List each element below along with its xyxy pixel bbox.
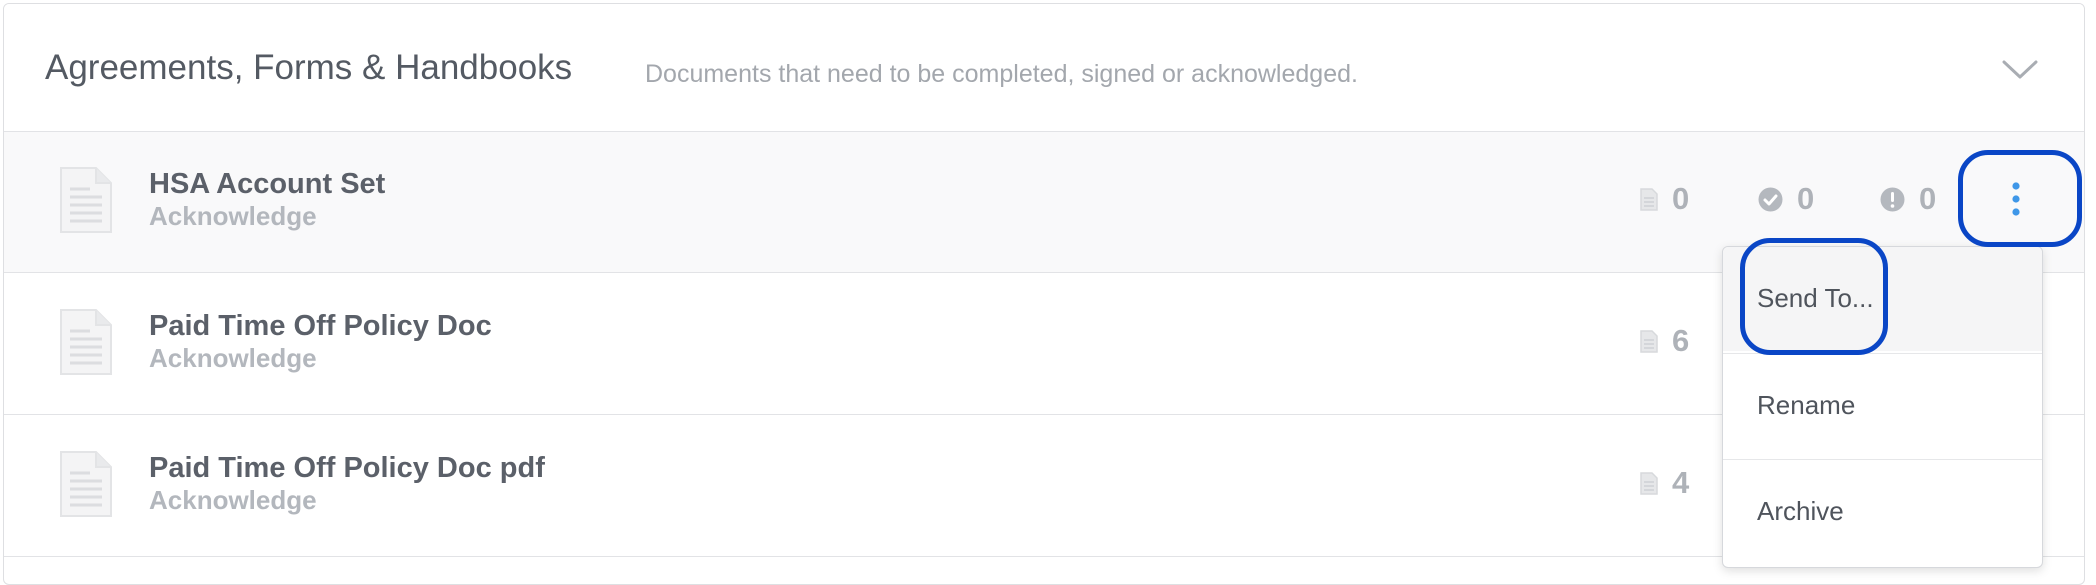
files-count: 6 bbox=[1640, 323, 1690, 358]
document-icon bbox=[60, 167, 112, 233]
files-count-value: 0 bbox=[1672, 181, 1690, 216]
section-subtitle: Documents that need to be completed, sig… bbox=[645, 60, 1358, 88]
files-count-value: 4 bbox=[1672, 465, 1690, 500]
chevron-down-icon bbox=[2002, 60, 2038, 79]
document-icon bbox=[60, 309, 112, 375]
document-title[interactable]: Paid Time Off Policy Doc pdf bbox=[149, 452, 545, 485]
document-type: Acknowledge bbox=[149, 201, 317, 231]
menu-item-archive[interactable]: Archive bbox=[1723, 459, 2042, 564]
more-options-button[interactable] bbox=[1994, 172, 2038, 228]
options-dropdown: Send To... Rename Archive bbox=[1722, 246, 2043, 568]
files-count: 0 bbox=[1640, 181, 1690, 216]
file-icon bbox=[1640, 471, 1658, 495]
menu-item-label: Rename bbox=[1757, 390, 1856, 420]
alert-circle-icon bbox=[1880, 187, 1905, 211]
document-title[interactable]: Paid Time Off Policy Doc bbox=[149, 310, 492, 343]
files-count-value: 6 bbox=[1672, 323, 1690, 358]
kebab-menu-icon bbox=[2012, 182, 2020, 216]
menu-item-label: Send To... bbox=[1757, 283, 1874, 313]
completed-count-value: 0 bbox=[1797, 181, 1815, 216]
collapse-button[interactable] bbox=[1992, 50, 2048, 90]
document-title[interactable]: HSA Account Set bbox=[149, 168, 385, 201]
menu-item-send-to[interactable]: Send To... bbox=[1723, 247, 2042, 351]
check-circle-icon bbox=[1758, 187, 1783, 211]
document-icon bbox=[60, 451, 112, 517]
menu-item-label: Archive bbox=[1757, 496, 1844, 526]
section-header[interactable]: Agreements, Forms & Handbooks Documents … bbox=[4, 4, 2084, 132]
pending-count-value: 0 bbox=[1919, 181, 1937, 216]
section-title: Agreements, Forms & Handbooks bbox=[45, 48, 573, 87]
menu-item-rename[interactable]: Rename bbox=[1723, 353, 2042, 458]
file-icon bbox=[1640, 329, 1658, 353]
file-icon bbox=[1640, 187, 1658, 211]
completed-count: 0 bbox=[1758, 181, 1815, 216]
files-count: 4 bbox=[1640, 465, 1690, 500]
pending-count: 0 bbox=[1880, 181, 1937, 216]
document-type: Acknowledge bbox=[149, 343, 317, 373]
document-type: Acknowledge bbox=[149, 485, 317, 515]
